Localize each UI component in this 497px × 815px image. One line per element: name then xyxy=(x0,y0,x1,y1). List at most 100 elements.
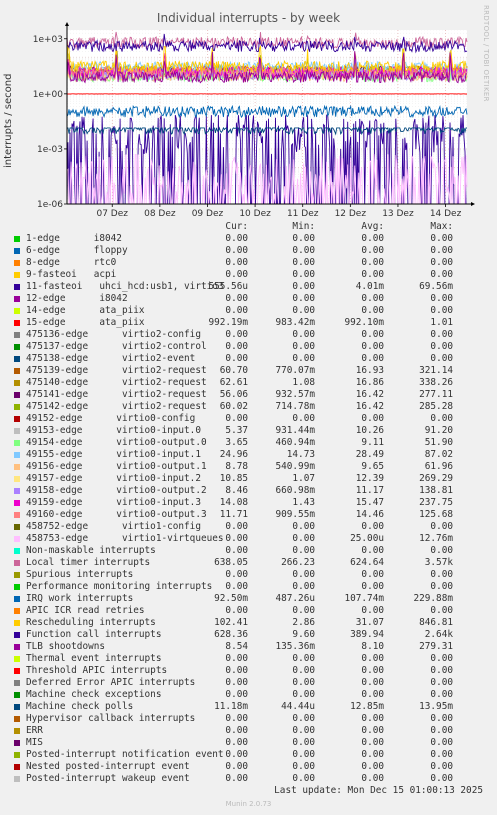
legend-value-avg: 0.00 xyxy=(361,665,384,676)
legend-value-min: 0.00 xyxy=(292,233,315,244)
legend-value-max: 0.00 xyxy=(430,689,453,700)
legend-value-max: 0.00 xyxy=(430,605,453,616)
legend-value-max: 138.81 xyxy=(419,485,453,496)
legend-row: 6-edge floppy 0.00 0.00 0.00 0.00 xyxy=(12,245,492,257)
legend-value-min: 660.98m xyxy=(275,485,315,496)
legend-value-cur: 0.00 xyxy=(225,269,248,280)
legend-swatch xyxy=(14,560,20,566)
legend-value-cur: 56.06 xyxy=(219,389,248,400)
legend-value-avg: 16.42 xyxy=(355,401,384,412)
legend-row: Local timer interrupts 638.05 266.23 624.64… xyxy=(12,557,492,569)
legend-value-cur: 0.00 xyxy=(225,689,248,700)
legend-value-avg: 624.64 xyxy=(350,557,384,568)
legend-value-cur: 8.46 xyxy=(225,485,248,496)
legend-value-min: 0.00 xyxy=(292,749,315,760)
legend-value-max: 279.31 xyxy=(419,641,453,652)
legend-value-avg: 0.00 xyxy=(361,353,384,364)
legend-swatch xyxy=(14,500,20,506)
legend-value-avg: 9.11 xyxy=(361,437,384,448)
legend-swatch xyxy=(14,488,20,494)
legend-value-min: 0.00 xyxy=(292,305,315,316)
legend-label: 475136-edge virtio2-config xyxy=(26,329,201,340)
munin-version: Munin 2.0.73 xyxy=(225,800,272,808)
legend-value-avg: 12.39 xyxy=(355,473,384,484)
legend-swatch xyxy=(14,704,20,710)
legend-row: TLB shootdowns 8.54 135.36m 8.10 279.31 xyxy=(12,641,492,653)
legend-column-header: Max: xyxy=(430,221,453,232)
legend-value-max: 13.95m xyxy=(419,701,453,712)
legend-label: Nested posted-interrupt event xyxy=(26,761,190,772)
legend-value-avg: 25.00u xyxy=(350,533,384,544)
legend-row: Function call interrupts 628.36 9.60 389.94… xyxy=(12,629,492,641)
legend-value-cur: 0.00 xyxy=(225,413,248,424)
legend-swatch xyxy=(14,332,20,338)
legend-label: 14-edge ata_piix xyxy=(26,305,145,316)
legend-value-cur: 0.00 xyxy=(225,521,248,532)
chart-plot: 1e+03 1e+00 1e-03 1e-06 07 Dez 08 Dez 09 Dez 10… xyxy=(33,22,475,219)
legend-value-min: 0.00 xyxy=(292,521,315,532)
legend-row: Spurious interrupts 0.00 0.00 0.00 0.00 xyxy=(12,569,492,581)
x-axis-arrow xyxy=(471,202,475,206)
legend-value-cur: 0.00 xyxy=(225,545,248,556)
legend-swatch xyxy=(14,680,20,686)
legend-value-min: 460.94m xyxy=(275,437,315,448)
legend-value-max: 237.75 xyxy=(419,497,453,508)
legend-swatch xyxy=(14,668,20,674)
x-tick-label: 13 Dez xyxy=(382,209,414,219)
legend-swatch xyxy=(14,452,20,458)
legend-value-min: 9.60 xyxy=(292,629,315,640)
x-tick-label: 09 Dez xyxy=(192,209,224,219)
legend-value-min: 0.00 xyxy=(292,545,315,556)
legend-value-max: 0.00 xyxy=(430,413,453,424)
legend-value-avg: 0.00 xyxy=(361,761,384,772)
legend-value-cur: 0.00 xyxy=(225,245,248,256)
legend-value-max: 61.96 xyxy=(424,461,453,472)
legend-row: 49153-edge virtio0-input.0 5.37 931.44m 10.… xyxy=(12,425,492,437)
legend-swatch xyxy=(14,644,20,650)
legend-row: Posted-interrupt notification event 0.00 0… xyxy=(12,749,492,761)
legend-value-max: 0.00 xyxy=(430,773,453,784)
legend-value-avg: 0.00 xyxy=(361,689,384,700)
legend-value-min: 14.73 xyxy=(286,449,315,460)
legend-value-max: 12.76m xyxy=(419,533,453,544)
legend-value-max: 0.00 xyxy=(430,293,453,304)
legend-swatch xyxy=(14,272,20,278)
legend-label: 1-edge i8042 xyxy=(26,233,122,244)
legend-value-cur: 5.37 xyxy=(225,425,248,436)
legend-value-max: 0.00 xyxy=(430,749,453,760)
legend-value-max: 0.00 xyxy=(430,341,453,352)
legend-value-cur: 0.00 xyxy=(225,329,248,340)
legend-value-cur: 0.00 xyxy=(225,233,248,244)
legend-label: 49153-edge virtio0-input.0 xyxy=(26,425,201,436)
legend-value-min: 0.00 xyxy=(292,773,315,784)
legend-label: 8-edge rtc0 xyxy=(26,257,117,268)
legend-label: 15-edge ata_piix xyxy=(26,317,145,328)
legend-swatch xyxy=(14,392,20,398)
y-tick-label: 1e-03 xyxy=(37,145,63,155)
legend-value-min: 0.00 xyxy=(292,581,315,592)
legend-label: 475140-edge virtio2-request xyxy=(26,377,207,388)
legend-row: Machine check exceptions 0.00 0.00 0.00 0.00 xyxy=(12,689,492,701)
legend-value-min: 0.00 xyxy=(292,689,315,700)
legend-row: 49155-edge virtio0-input.1 24.96 14.73 28.4… xyxy=(12,449,492,461)
legend-value-cur: 0.00 xyxy=(225,353,248,364)
legend-value-min: 0.00 xyxy=(292,605,315,616)
legend-swatch xyxy=(14,728,20,734)
legend-value-avg: 8.10 xyxy=(361,641,384,652)
legend-label: 458752-edge virtio1-config xyxy=(26,521,201,532)
legend-value-min: 932.57m xyxy=(275,389,315,400)
legend-swatch xyxy=(14,692,20,698)
legend-value-max: 0.00 xyxy=(430,761,453,772)
legend-swatch xyxy=(14,596,20,602)
legend-value-cur: 0.00 xyxy=(225,677,248,688)
legend-value-avg: 0.00 xyxy=(361,773,384,784)
legend-label: Threshold APIC interrupts xyxy=(26,665,168,676)
legend-row: 8-edge rtc0 0.00 0.00 0.00 0.00 xyxy=(12,257,492,269)
legend-swatch xyxy=(14,524,20,530)
legend-row: 14-edge ata_piix 0.00 0.00 0.00 0.00 xyxy=(12,305,492,317)
legend-value-avg: 107.74m xyxy=(344,593,384,604)
legend-value-max: 0.00 xyxy=(430,581,453,592)
legend-value-avg: 0.00 xyxy=(361,569,384,580)
legend-value-min: 0.00 xyxy=(292,677,315,688)
legend-value-cur: 0.00 xyxy=(225,257,248,268)
